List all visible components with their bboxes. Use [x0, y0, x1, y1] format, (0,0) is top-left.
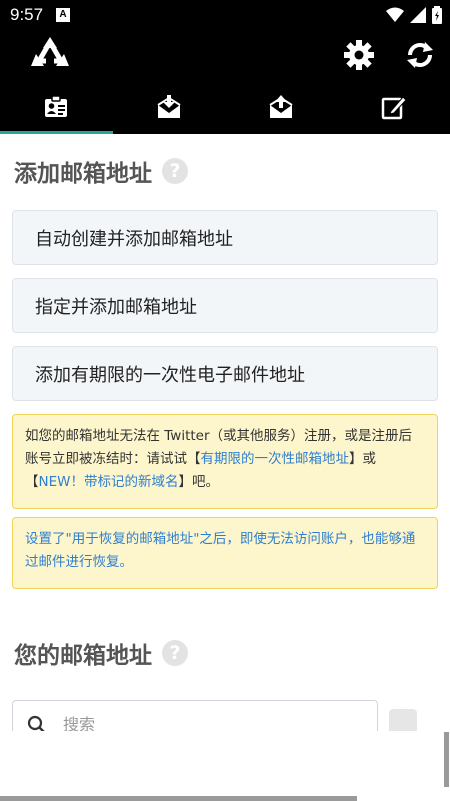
search-input[interactable]	[63, 709, 363, 731]
app-bar	[0, 30, 450, 80]
mail-download-icon	[157, 95, 181, 118]
tab-inbox[interactable]	[113, 80, 226, 134]
search-icon	[27, 715, 45, 731]
recycle-icon[interactable]	[30, 34, 70, 74]
add-address-heading: 添加邮箱地址	[14, 161, 152, 187]
tab-send[interactable]	[225, 80, 338, 134]
tab-bar	[0, 80, 450, 134]
add-address-title: 添加邮箱地址 ?	[14, 154, 188, 188]
your-address-heading: 您的邮箱地址	[14, 643, 152, 669]
system-icons	[386, 5, 442, 25]
recovery-notice-text: 设置了"用于恢复的邮箱地址"之后，即使无法访问账户，也能够通过邮件进行恢复。	[25, 531, 416, 570]
horizontal-scrollbar[interactable]	[0, 796, 357, 801]
vertical-scrollbar[interactable]	[444, 732, 449, 787]
new-domain-link[interactable]: NEW！带标记的新域名	[39, 474, 179, 490]
search-box[interactable]	[12, 700, 378, 731]
tab-compose[interactable]	[338, 80, 450, 134]
specify-address-button[interactable]: 指定并添加邮箱地址	[12, 278, 438, 333]
status-bar: 9:57 A	[0, 0, 450, 30]
status-time: 9:57	[10, 5, 44, 24]
notification-icon: A	[56, 8, 70, 22]
main-content[interactable]: 添加邮箱地址 ? 自动创建并添加邮箱地址 指定并添加邮箱地址 添加有期限的一次性…	[0, 134, 450, 731]
battery-icon	[432, 6, 442, 24]
filter-button[interactable]	[389, 709, 417, 731]
disposable-address-link[interactable]: 有期限的一次性邮箱地址	[201, 451, 350, 467]
auto-create-address-button[interactable]: 自动创建并添加邮箱地址	[12, 210, 438, 265]
add-disposable-address-button[interactable]: 添加有期限的一次性电子邮件地址	[12, 346, 438, 401]
refresh-icon[interactable]	[403, 38, 437, 72]
gear-icon[interactable]	[342, 38, 376, 72]
signal-icon	[410, 7, 426, 23]
help-icon[interactable]: ?	[162, 640, 188, 666]
wifi-icon	[386, 7, 404, 22]
your-address-title: 您的邮箱地址 ?	[14, 636, 188, 670]
edit-icon	[381, 96, 407, 120]
notice-text-after: 】吧。	[178, 474, 219, 490]
contact-card-icon	[45, 95, 68, 117]
tab-addresses[interactable]	[0, 80, 113, 134]
recovery-notice[interactable]: 设置了"用于恢复的邮箱地址"之后，即使无法访问账户，也能够通过邮件进行恢复。	[12, 517, 438, 589]
twitter-notice: 如您的邮箱地址无法在 Twitter（或其他服务）注册，或是注册后账号立即被冻结…	[12, 414, 438, 509]
mail-upload-icon	[269, 95, 293, 118]
help-icon[interactable]: ?	[162, 158, 188, 184]
